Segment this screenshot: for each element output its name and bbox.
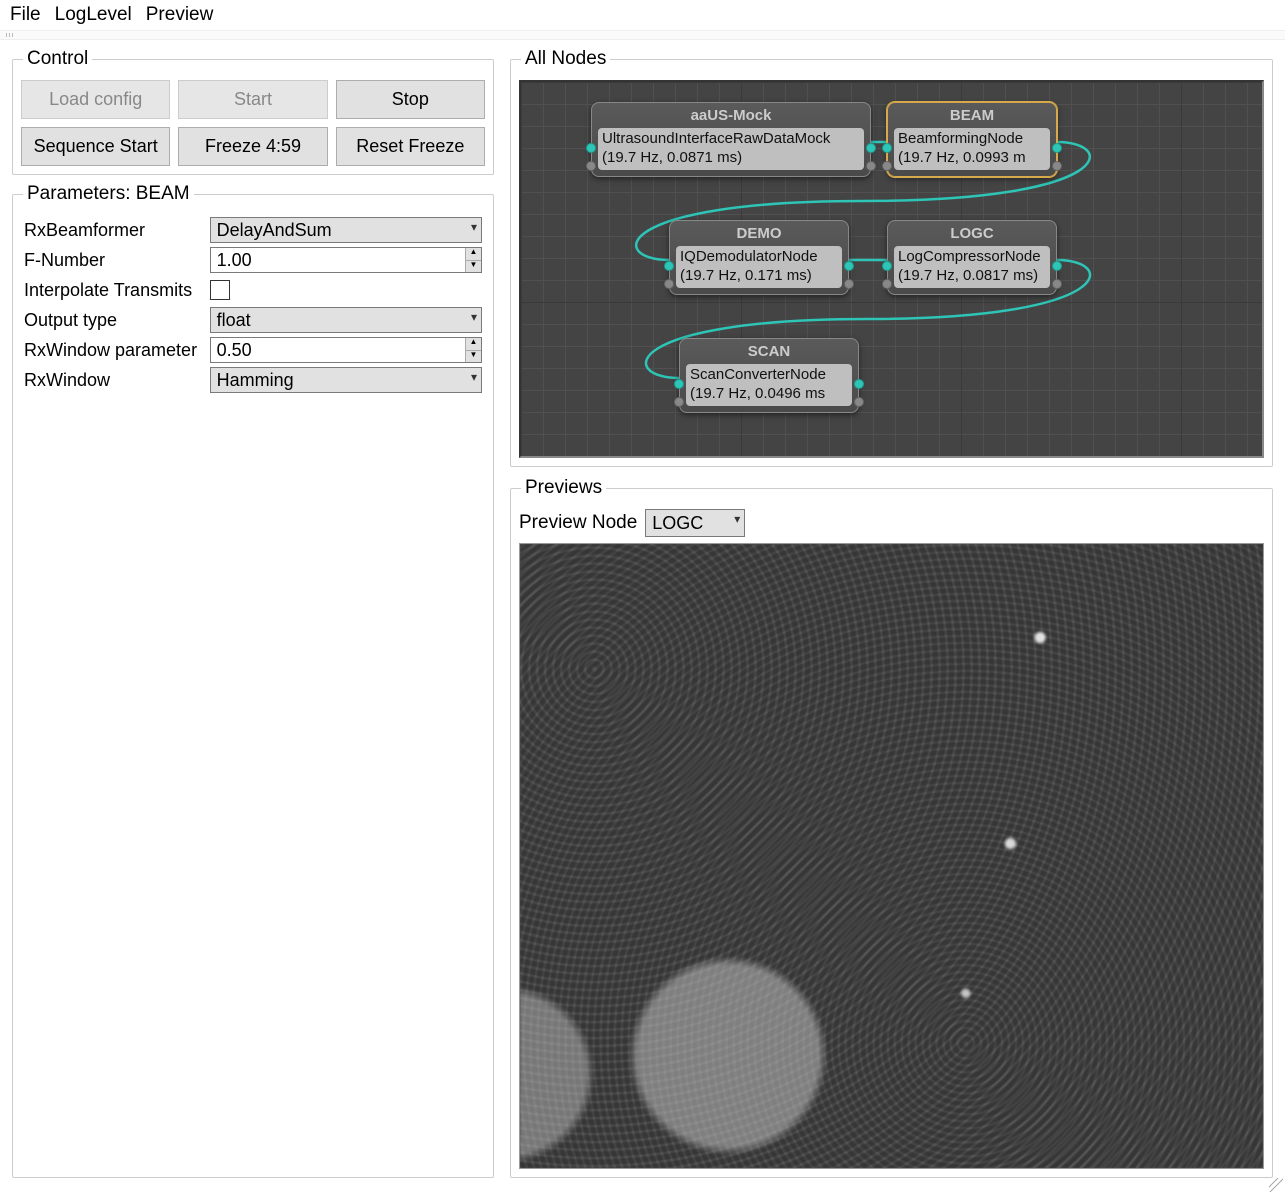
control-btn-stop[interactable]: Stop (336, 80, 485, 119)
node-body: LogCompressorNode(19.7 Hz, 0.0817 ms) (894, 246, 1050, 288)
port-in-icon[interactable] (674, 379, 684, 389)
menubar[interactable]: File LogLevel Preview (0, 0, 1285, 30)
node-demo[interactable]: DEMO IQDemodulatorNode(19.7 Hz, 0.171 ms) (669, 220, 849, 295)
port-in2-icon[interactable] (674, 397, 684, 407)
menu-loglevel[interactable]: LogLevel (55, 4, 132, 26)
param-spin-rxwindow-parameter[interactable]: 0.50 ▲▼ (210, 337, 482, 363)
node-line1: LogCompressorNode (898, 248, 1046, 267)
previews-group: Previews Preview Node LOGC (510, 477, 1273, 1178)
port-in-icon[interactable] (586, 143, 596, 153)
preview-node-select[interactable]: LOGC (645, 509, 745, 537)
control-btn-reset-freeze[interactable]: Reset Freeze (336, 127, 485, 166)
node-body: BeamformingNode(19.7 Hz, 0.0993 m (894, 128, 1050, 170)
control-btn-start: Start (178, 80, 327, 119)
preview-node-label: Preview Node (519, 512, 637, 534)
control-btn-sequence-start[interactable]: Sequence Start (21, 127, 170, 166)
node-line2: (19.7 Hz, 0.0817 ms) (898, 267, 1046, 286)
node-title: DEMO (676, 225, 842, 242)
preview-image (519, 543, 1264, 1169)
param-combo-output-type[interactable]: float (210, 307, 482, 333)
node-line1: BeamformingNode (898, 130, 1046, 149)
node-logc[interactable]: LOGC LogCompressorNode(19.7 Hz, 0.0817 ms… (887, 220, 1057, 295)
allnodes-group: All Nodes aaUS-Mock UltrasoundInterfaceRa… (510, 48, 1273, 467)
port-out2-icon[interactable] (844, 279, 854, 289)
menu-preview[interactable]: Preview (146, 4, 214, 26)
param-value-text: 1.00 (217, 250, 252, 271)
node-title: LOGC (894, 225, 1050, 242)
port-in2-icon[interactable] (664, 279, 674, 289)
param-value-text: float (217, 310, 251, 331)
spin-down-icon[interactable]: ▼ (466, 351, 481, 363)
spin-up-icon[interactable]: ▲ (466, 338, 481, 351)
port-in-icon[interactable] (664, 261, 674, 271)
allnodes-title: All Nodes (521, 48, 610, 70)
param-value-text: Hamming (217, 370, 294, 391)
node-line1: IQDemodulatorNode (680, 248, 838, 267)
node-beam[interactable]: BEAM BeamformingNode(19.7 Hz, 0.0993 m (887, 102, 1057, 177)
port-in2-icon[interactable] (882, 161, 892, 171)
node-title: BEAM (894, 107, 1050, 124)
port-out-icon[interactable] (844, 261, 854, 271)
menu-file[interactable]: File (10, 4, 41, 26)
param-spin-f-number[interactable]: 1.00 ▲▼ (210, 247, 482, 273)
toolbar-strip (0, 30, 1285, 40)
control-group: Control Load configStartStop Sequence Sta… (12, 48, 494, 175)
port-in2-icon[interactable] (586, 161, 596, 171)
spin-up-icon[interactable]: ▲ (466, 248, 481, 261)
param-label-0: RxBeamformer (21, 215, 207, 245)
param-combo-rxbeamformer[interactable]: DelayAndSum (210, 217, 482, 243)
param-value-text: DelayAndSum (217, 220, 332, 241)
param-label-4: RxWindow parameter (21, 335, 207, 365)
node-line2: (19.7 Hz, 0.0871 ms) (602, 149, 860, 168)
node-body: ScanConverterNode(19.7 Hz, 0.0496 ms (686, 364, 852, 406)
param-label-2: Interpolate Transmits (21, 275, 207, 305)
node-line2: (19.7 Hz, 0.0993 m (898, 149, 1046, 168)
port-out2-icon[interactable] (1052, 161, 1062, 171)
node-body: UltrasoundInterfaceRawDataMock(19.7 Hz, … (598, 128, 864, 170)
node-line1: ScanConverterNode (690, 366, 848, 385)
control-title: Control (23, 48, 92, 70)
port-out2-icon[interactable] (866, 161, 876, 171)
port-out-icon[interactable] (1052, 143, 1062, 153)
node-line2: (19.7 Hz, 0.0496 ms (690, 385, 848, 404)
node-title: SCAN (686, 343, 852, 360)
node-body: IQDemodulatorNode(19.7 Hz, 0.171 ms) (676, 246, 842, 288)
port-out-icon[interactable] (854, 379, 864, 389)
param-check-interpolate-transmits[interactable] (210, 280, 230, 300)
param-label-5: RxWindow (21, 365, 207, 395)
port-in-icon[interactable] (882, 143, 892, 153)
previews-title: Previews (521, 477, 606, 499)
node-title: aaUS-Mock (598, 107, 864, 124)
node-scan[interactable]: SCAN ScanConverterNode(19.7 Hz, 0.0496 ms (679, 338, 859, 413)
control-btn-freeze-4-59[interactable]: Freeze 4:59 (178, 127, 327, 166)
parameters-title: Parameters: BEAM (23, 183, 194, 205)
node-graph[interactable]: aaUS-MockUltrasoundInterfaceRawDataMock(… (519, 80, 1264, 458)
param-label-1: F-Number (21, 245, 207, 275)
control-btn-load-config: Load config (21, 80, 170, 119)
port-out-icon[interactable] (1052, 261, 1062, 271)
resize-grip[interactable] (1269, 1178, 1283, 1192)
spin-down-icon[interactable]: ▼ (466, 261, 481, 273)
param-combo-rxwindow[interactable]: Hamming (210, 367, 482, 393)
param-label-3: Output type (21, 305, 207, 335)
port-in2-icon[interactable] (882, 279, 892, 289)
parameters-group: Parameters: BEAM RxBeamformer DelayAndSum… (12, 183, 494, 1178)
param-value-text: 0.50 (217, 340, 252, 361)
port-out2-icon[interactable] (854, 397, 864, 407)
port-in-icon[interactable] (882, 261, 892, 271)
preview-node-value: LOGC (652, 513, 703, 534)
node-line1: UltrasoundInterfaceRawDataMock (602, 130, 860, 149)
node-aaus[interactable]: aaUS-Mock UltrasoundInterfaceRawDataMock(… (591, 102, 871, 177)
port-out2-icon[interactable] (1052, 279, 1062, 289)
node-line2: (19.7 Hz, 0.171 ms) (680, 267, 838, 286)
port-out-icon[interactable] (866, 143, 876, 153)
